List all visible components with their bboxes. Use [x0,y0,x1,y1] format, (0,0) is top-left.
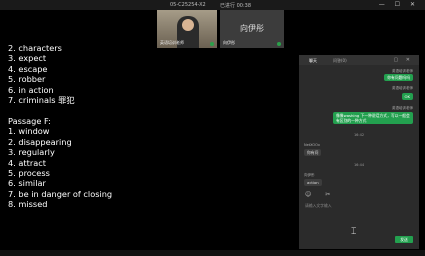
message-sender: 英语培训老师 [392,106,413,110]
popout-icon[interactable]: ▢ [393,57,401,63]
screenshot-icon[interactable]: ✂ [325,191,336,198]
minimize-icon[interactable]: — [379,1,389,8]
chat-message: 像像washing 下一种说话方式，写以一般会有区别的一种方式 [333,112,413,124]
bottom-bar [0,250,425,256]
participant-name: 向伊彤 [223,40,235,45]
chat-timestamp: 16:42 [353,133,365,137]
window-controls: — ☐ ✕ [379,1,419,8]
participant-placeholder-name: 向伊彤 [240,24,264,33]
whiteboard-line: 5. robber [8,74,46,85]
close-icon[interactable]: ✕ [406,57,413,63]
mic-icon [277,42,281,46]
title-bar: 05-C25254-X2 已进行 00:38 — ☐ ✕ [0,0,425,10]
mic-icon [210,42,214,46]
whiteboard-line: 4. attract [8,157,46,168]
participant-face [182,19,194,31]
whiteboard-line: 3. regularly [8,147,55,158]
tab-chat[interactable]: 聊天 [309,58,317,64]
whiteboard-line: Passage F: [8,116,51,126]
chat-timestamp: 16:44 [353,163,365,167]
message-sender: 英语培训老师 [392,86,413,90]
chat-input[interactable]: 请输入文字输入 [305,203,332,209]
chat-input-toolbar: ☺ ✂ [305,191,336,198]
whiteboard-line: 3. expect [8,53,47,64]
chat-panel: 聊天 问答(0) ▢ ✕ 英语培训老师 你有问题吗吗 英语培训老师 OK 英语培… [299,55,419,249]
text-cursor-icon: ⌶ [351,227,357,237]
tab-qa[interactable]: 问答(0) [333,58,347,64]
whiteboard-line: 6. in action [8,84,54,95]
whiteboard-line: 2. characters [8,43,62,53]
chat-tabs: 聊天 问答(0) ▢ ✕ [299,55,419,65]
maximize-icon[interactable]: ☐ [395,1,404,8]
emoji-icon[interactable]: ☺ [305,191,317,198]
whiteboard-line: 5. process [8,168,50,178]
whiteboard-line: 1. window [8,126,50,137]
meeting-id: 05-C25254-X2 [170,2,206,8]
message-sender: 向伊彤 [304,173,315,177]
participant-name: 英语培训老师 [160,40,184,45]
send-button[interactable]: 发送 [395,236,413,243]
shared-whiteboard: 2. characters 3. expect 4. escape 5. rob… [0,43,297,244]
video-tile-student[interactable]: 向伊彤 向伊彤 [220,10,284,48]
whiteboard-line: 7. criminals 罪犯 [8,95,75,105]
whiteboard-line: 8. missed [8,199,48,210]
whiteboard-line: 6. similar [8,178,46,189]
chat-panel-controls: ▢ ✕ [393,57,413,63]
chat-message: action [304,179,322,186]
whiteboard-line: 2. disappearing [8,136,72,147]
message-sender: NetXOOx [304,143,320,147]
chat-message: OK [401,93,413,100]
meeting-timer: 已进行 00:38 [220,3,251,9]
whiteboard-line: 4. escape [8,63,48,74]
chat-message: 你有问题吗吗 [384,74,413,81]
close-icon[interactable]: ✕ [410,1,419,8]
video-tile-teacher[interactable]: 英语培训老师 [157,10,217,48]
chat-message: 你有问 [304,149,322,156]
whiteboard-line: 7. be in danger of closing [8,188,113,199]
